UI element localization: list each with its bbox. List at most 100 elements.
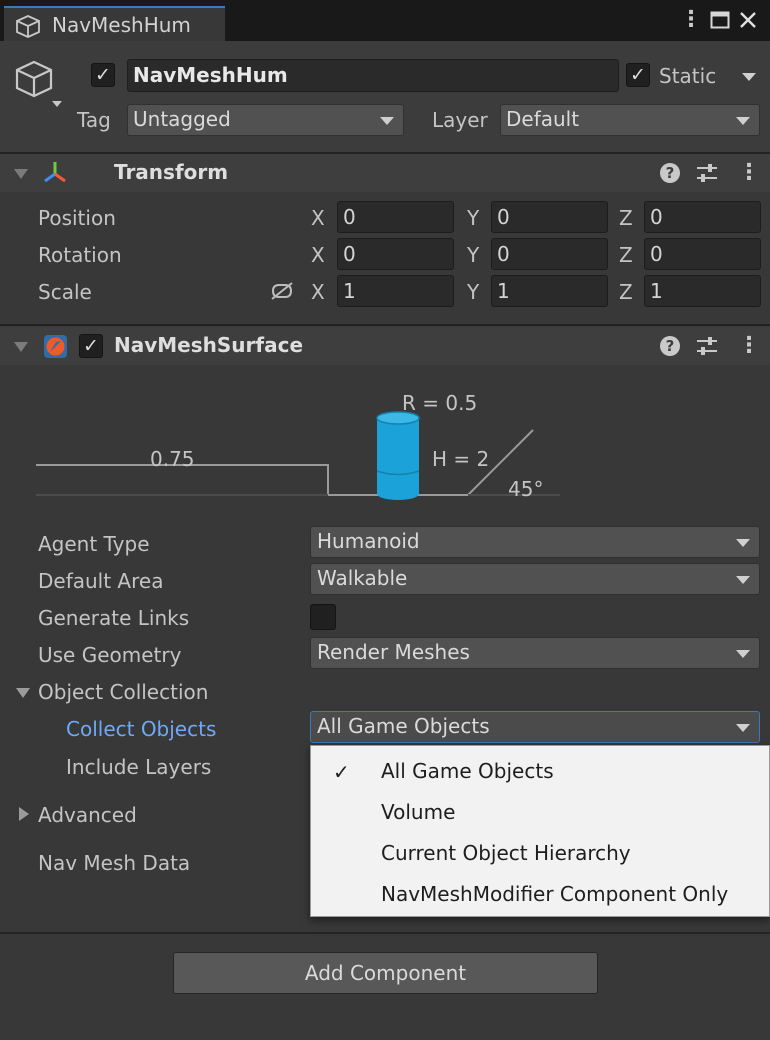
agent-type-dropdown[interactable]: Humanoid xyxy=(310,526,760,558)
object-collection-foldout-icon[interactable] xyxy=(16,688,30,698)
axis-x-label: X xyxy=(311,206,325,230)
navmeshsurface-enabled-checkbox[interactable]: ✓ xyxy=(79,334,103,358)
chevron-down-icon xyxy=(380,117,394,125)
scale-label: Scale xyxy=(38,280,92,304)
advanced-foldout-icon[interactable] xyxy=(19,807,29,821)
static-checkbox[interactable]: ✓ xyxy=(626,63,650,87)
use-geometry-dropdown[interactable]: Render Meshes xyxy=(310,637,760,669)
position-z-field[interactable]: 0 xyxy=(644,201,761,233)
popup-item-volume[interactable]: Volume xyxy=(381,800,455,824)
static-label: Static xyxy=(659,64,717,88)
agent-diagram: R = 0.5 H = 2 0.75 45° xyxy=(0,380,770,510)
check-icon: ✓ xyxy=(95,64,111,86)
generate-links-checkbox[interactable] xyxy=(310,604,336,630)
position-x-field[interactable]: 0 xyxy=(337,201,454,233)
layer-dropdown[interactable]: Default xyxy=(500,104,760,136)
rotation-label: Rotation xyxy=(38,243,122,267)
object-header: ✓ NavMeshHum ✓ Static Tag Untagged Layer… xyxy=(0,41,770,153)
advanced-label[interactable]: Advanced xyxy=(38,803,137,827)
component-menu-icon[interactable]: ⋮ xyxy=(738,335,760,357)
chevron-down-icon xyxy=(736,650,750,658)
default-area-label: Default Area xyxy=(38,569,164,593)
use-geometry-value: Render Meshes xyxy=(317,640,470,664)
close-icon[interactable] xyxy=(739,11,757,29)
step-label: 0.75 xyxy=(150,447,195,471)
active-checkbox[interactable]: ✓ xyxy=(91,63,115,87)
tag-value: Untagged xyxy=(133,107,231,131)
popup-item-all-game-objects[interactable]: All Game Objects xyxy=(381,759,554,783)
scale-y-field[interactable]: 1 xyxy=(491,275,608,307)
preset-sliders-icon[interactable] xyxy=(696,163,718,183)
position-label: Position xyxy=(38,206,116,230)
separator xyxy=(0,932,770,934)
navmesh-surface-icon xyxy=(44,335,67,358)
axis-z-label: Z xyxy=(619,243,633,267)
scale-z-value: 1 xyxy=(650,279,663,303)
tag-dropdown[interactable]: Untagged xyxy=(127,104,404,136)
object-name-field[interactable]: NavMeshHum xyxy=(127,59,619,92)
static-dropdown-icon[interactable] xyxy=(742,73,756,81)
help-icon[interactable]: ? xyxy=(660,336,680,356)
component-menu-icon[interactable]: ⋮ xyxy=(738,162,760,184)
rotation-y-field[interactable]: 0 xyxy=(491,238,608,270)
position-y-value: 0 xyxy=(497,205,510,229)
axis-z-label: Z xyxy=(619,280,633,304)
tab-title: NavMeshHum xyxy=(52,13,191,37)
collect-objects-dropdown[interactable]: All Game Objects xyxy=(310,711,760,743)
chevron-down-icon xyxy=(736,117,750,125)
add-component-button[interactable]: Add Component xyxy=(173,952,598,994)
transform-body: Position X 0 Y 0 Z 0 Rotation X 0 Y 0 Z … xyxy=(0,192,770,322)
navmeshsurface-header[interactable]: ✓ NavMeshSurface ? ⋮ xyxy=(0,327,770,365)
collect-objects-value: All Game Objects xyxy=(317,714,490,738)
object-collection-label[interactable]: Object Collection xyxy=(38,680,208,704)
scale-x-field[interactable]: 1 xyxy=(337,275,454,307)
foldout-arrow-icon[interactable] xyxy=(14,342,28,352)
selected-check-icon: ✓ xyxy=(333,760,350,784)
rotation-y-value: 0 xyxy=(497,242,510,266)
collect-objects-label: Collect Objects xyxy=(66,717,217,741)
scale-y-value: 1 xyxy=(497,279,510,303)
slope-label: 45° xyxy=(508,477,544,501)
popup-item-current-object-hierarchy[interactable]: Current Object Hierarchy xyxy=(381,841,631,865)
preset-sliders-icon[interactable] xyxy=(696,336,718,356)
gameobject-large-icon[interactable] xyxy=(14,59,66,111)
maximize-icon[interactable] xyxy=(710,11,730,29)
popup-item-navmeshmodifier-only[interactable]: NavMeshModifier Component Only xyxy=(381,882,728,906)
position-y-field[interactable]: 0 xyxy=(491,201,608,233)
rotation-x-value: 0 xyxy=(343,242,356,266)
object-name-value: NavMeshHum xyxy=(133,63,288,87)
generate-links-label: Generate Links xyxy=(38,606,190,630)
use-geometry-label: Use Geometry xyxy=(38,643,182,667)
rotation-x-field[interactable]: 0 xyxy=(337,238,454,270)
layer-label: Layer xyxy=(432,108,488,132)
scale-z-field[interactable]: 1 xyxy=(644,275,761,307)
default-area-dropdown[interactable]: Walkable xyxy=(310,563,760,595)
position-x-value: 0 xyxy=(343,205,356,229)
foldout-arrow-icon[interactable] xyxy=(14,169,28,179)
check-icon: ✓ xyxy=(83,335,99,357)
chevron-down-icon xyxy=(736,724,750,732)
collect-objects-popup: ✓ All Game Objects Volume Current Object… xyxy=(310,745,770,917)
check-icon: ✓ xyxy=(630,64,646,86)
agent-type-value: Humanoid xyxy=(317,529,420,553)
axis-x-label: X xyxy=(311,280,325,304)
tag-label: Tag xyxy=(77,108,111,132)
navmeshsurface-title: NavMeshSurface xyxy=(114,333,304,357)
inspector-titlebar: NavMeshHum ⋮ xyxy=(0,0,770,41)
chevron-down-icon xyxy=(736,576,750,584)
tab-navmeshhum[interactable]: NavMeshHum xyxy=(4,6,225,41)
transform-header[interactable]: Transform ? ⋮ xyxy=(0,154,770,192)
axis-z-label: Z xyxy=(619,206,633,230)
nav-mesh-data-label: Nav Mesh Data xyxy=(38,851,191,875)
gameobject-cube-icon xyxy=(16,15,40,38)
help-icon[interactable]: ? xyxy=(660,163,680,183)
rotation-z-value: 0 xyxy=(650,242,663,266)
axis-y-label: Y xyxy=(467,206,480,230)
kebab-menu-icon[interactable]: ⋮ xyxy=(680,9,702,31)
transform-axes-icon xyxy=(44,162,66,183)
axis-y-label: Y xyxy=(467,243,480,267)
constrain-proportions-icon[interactable] xyxy=(269,281,295,301)
scale-x-value: 1 xyxy=(343,279,356,303)
rotation-z-field[interactable]: 0 xyxy=(644,238,761,270)
position-z-value: 0 xyxy=(650,205,663,229)
